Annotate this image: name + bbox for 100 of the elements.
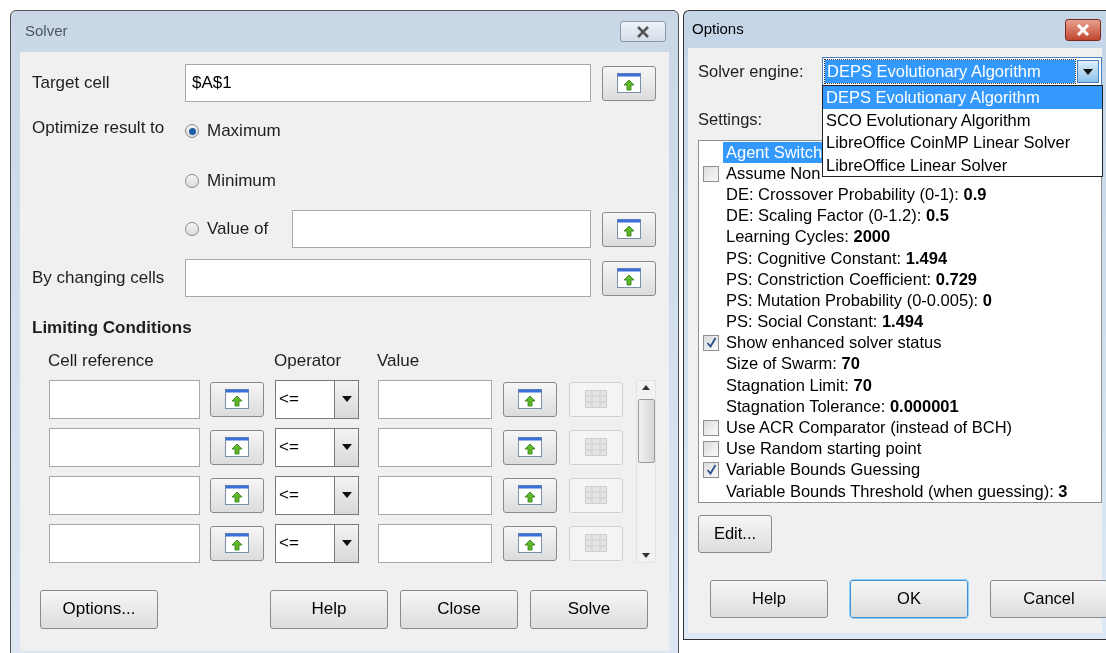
checkbox[interactable]: [703, 440, 719, 457]
shrink-window-icon: [617, 268, 641, 288]
cell-reference-field[interactable]: [49, 475, 200, 515]
shrink-window-icon: [225, 437, 249, 457]
dropdown-arrow-icon: [341, 492, 352, 498]
dialog-button[interactable]: Options...: [40, 589, 158, 629]
setting-item[interactable]: Variable Bounds Guessing: [723, 459, 925, 481]
shrink-button[interactable]: [602, 260, 656, 296]
shrink-button[interactable]: [210, 525, 264, 561]
dropdown-option[interactable]: SCO Evolutionary Algorithm: [823, 108, 1102, 131]
dialog-button[interactable]: Cancel: [990, 579, 1106, 618]
radio-label: Value of: [207, 218, 270, 241]
close-button[interactable]: [1065, 18, 1101, 41]
shrink-window-icon: [518, 437, 542, 457]
setting-item[interactable]: PS: Social Constant: 1.494: [723, 311, 928, 333]
section-heading: Limiting Conditions: [32, 317, 192, 339]
shrink-window-icon: [518, 485, 542, 505]
column-header: Operator: [274, 349, 343, 372]
value-field[interactable]: [378, 379, 492, 419]
table-grid-icon: [585, 390, 607, 408]
scroll-up-icon: [642, 384, 650, 390]
dialog-button[interactable]: Edit...: [698, 514, 772, 553]
target-cell-field[interactable]: $A$1: [185, 64, 591, 102]
changing-cells-field[interactable]: [185, 259, 591, 297]
radio-button[interactable]: [185, 174, 199, 188]
setting-item[interactable]: Assume Non: [723, 162, 825, 185]
radio-button[interactable]: [185, 222, 199, 236]
setting-item[interactable]: DE: Scaling Factor (0-1.2): 0.5: [723, 205, 953, 227]
shrink-window-icon: [518, 389, 542, 409]
setting-item[interactable]: Size of Swarm: 70: [723, 353, 864, 375]
close-icon: [1076, 23, 1090, 36]
setting-item[interactable]: Use ACR Comparator (instead of BCH): [723, 417, 1017, 439]
setting-item[interactable]: Variable Bounds Threshold (when guessing): 3: [723, 480, 1072, 502]
column-header: Value: [377, 349, 421, 372]
field-label: By changing cells: [32, 267, 166, 290]
field-label: Settings:: [698, 109, 763, 130]
window-title: Solver: [25, 21, 68, 42]
value-field[interactable]: [378, 523, 492, 563]
dialog-button[interactable]: OK: [850, 579, 968, 618]
dialog-button[interactable]: Solve: [530, 589, 648, 629]
shrink-window-icon: [225, 389, 249, 409]
shrink-button[interactable]: [210, 429, 264, 465]
dropdown-option[interactable]: LibreOffice CoinMP Linear Solver: [823, 131, 1102, 154]
shrink-button[interactable]: [210, 477, 264, 513]
operator-dropdown[interactable]: <=: [275, 523, 359, 563]
checkbox[interactable]: [703, 165, 719, 182]
shrink-window-icon: [518, 533, 542, 553]
shrink-window-icon: [225, 533, 249, 553]
checkbox[interactable]: [703, 461, 719, 478]
radio-button[interactable]: [185, 124, 199, 138]
dropdown-arrow-icon: [341, 396, 352, 402]
dialog-button[interactable]: Close: [400, 589, 518, 629]
scroll-down-icon: [642, 552, 650, 558]
radio-label: Minimum: [207, 170, 277, 193]
shrink-button[interactable]: [503, 429, 557, 465]
setting-item[interactable]: PS: Mutation Probability (0-0.005): 0: [723, 289, 996, 312]
setting-item[interactable]: Learning Cycles: 2000: [723, 226, 895, 248]
close-button[interactable]: [620, 21, 666, 42]
cell-reference-field[interactable]: [49, 427, 200, 467]
dropdown-arrow-icon: [1083, 68, 1093, 75]
table-grid-icon: [585, 534, 607, 552]
value-field[interactable]: [378, 475, 492, 515]
field-label: Optimize result to: [32, 117, 166, 139]
shrink-button[interactable]: [602, 211, 656, 247]
dropdown-option[interactable]: LibreOffice Linear Solver: [823, 153, 1102, 176]
column-header: Cell reference: [48, 349, 155, 372]
checkbox[interactable]: [703, 419, 719, 436]
checkbox[interactable]: [703, 334, 719, 351]
dropdown-arrow-icon: [341, 444, 352, 450]
setting-item[interactable]: PS: Constriction Coefficient: 0.729: [723, 268, 981, 290]
field-label: Target cell: [32, 72, 111, 95]
dialog-button[interactable]: Help: [710, 579, 828, 618]
shrink-button[interactable]: [503, 381, 557, 417]
scrollbar[interactable]: [636, 379, 656, 563]
shrink-window-icon: [225, 485, 249, 505]
setting-item[interactable]: Use Random starting point: [723, 438, 926, 460]
operator-dropdown[interactable]: <=: [275, 475, 359, 515]
table-grid-icon: [585, 486, 607, 504]
cell-reference-field[interactable]: [49, 379, 200, 419]
setting-item[interactable]: Stagnation Limit: 70: [723, 374, 876, 396]
shrink-button[interactable]: [503, 477, 557, 513]
scrollbar-thumb[interactable]: [637, 399, 655, 463]
shrink-window-icon: [617, 73, 641, 93]
shrink-button[interactable]: [210, 381, 264, 417]
cell-reference-field[interactable]: [49, 523, 200, 563]
operator-dropdown[interactable]: <=: [275, 427, 359, 467]
value-field[interactable]: [292, 210, 591, 248]
radio-label: Maximum: [207, 120, 282, 143]
operator-dropdown[interactable]: <=: [275, 379, 359, 419]
window-title: Options: [692, 19, 744, 40]
setting-item[interactable]: Show enhanced solver status: [723, 332, 946, 354]
setting-item[interactable]: DE: Crossover Probability (0-1): 0.9: [723, 184, 991, 206]
shrink-button[interactable]: [503, 525, 557, 561]
shrink-button[interactable]: [602, 65, 656, 101]
setting-item[interactable]: PS: Cognitive Constant: 1.494: [723, 247, 952, 269]
value-field[interactable]: [378, 427, 492, 467]
dialog-button[interactable]: Help: [270, 589, 388, 629]
setting-item[interactable]: Stagnation Tolerance: 0.000001: [723, 395, 963, 417]
dropdown-list[interactable]: DEPS Evolutionary Algorithm SCO Evolutionary Algorithm LibreOffice CoinMP Linear Solver LibreOffice Linear Solver: [822, 85, 1103, 177]
close-icon: [636, 25, 650, 38]
